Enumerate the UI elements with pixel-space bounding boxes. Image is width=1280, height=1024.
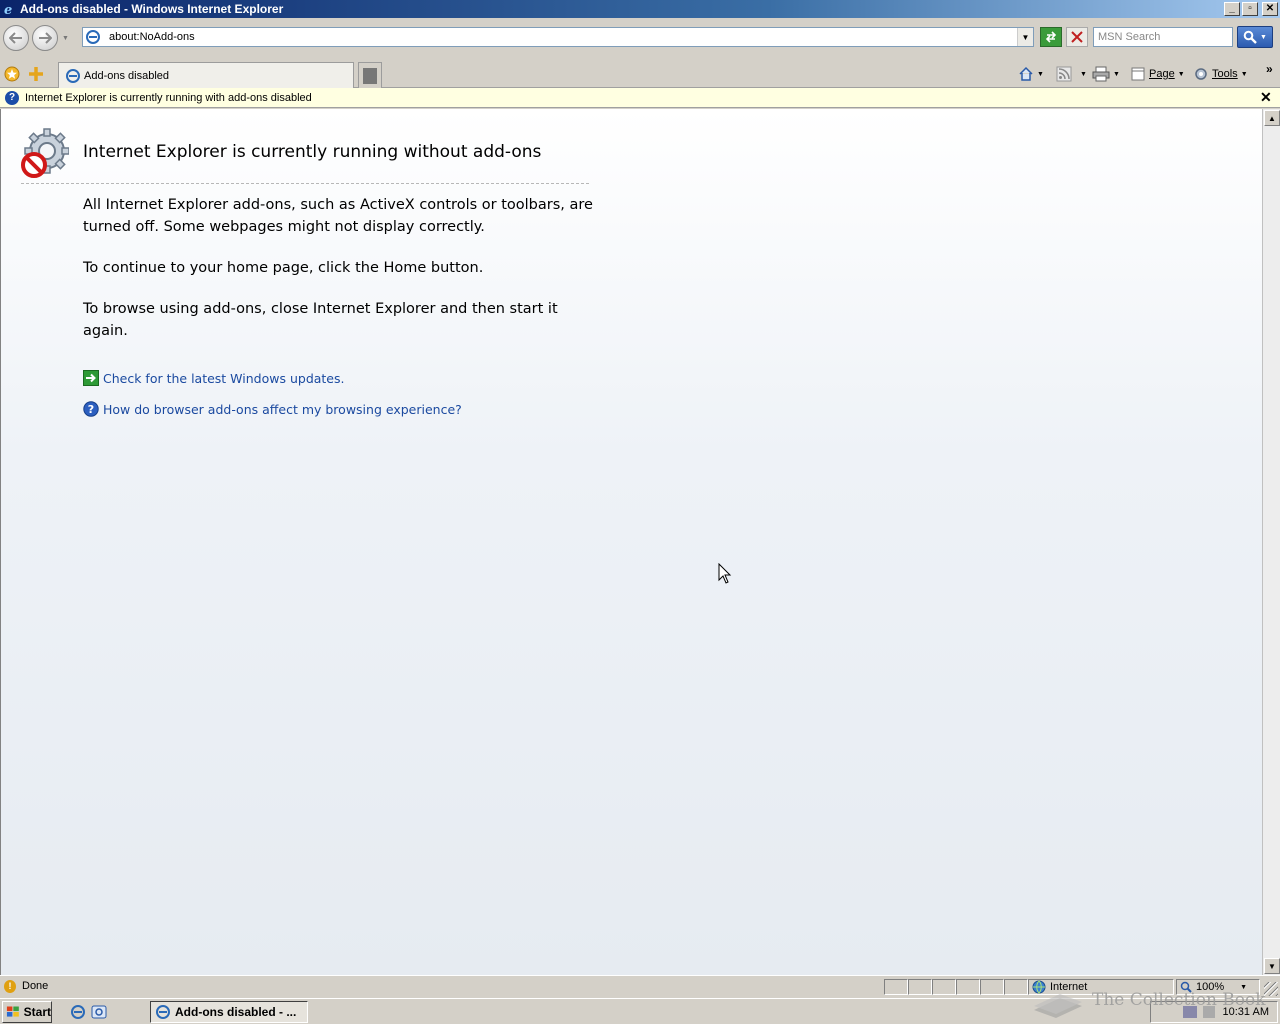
add-favorites-button[interactable] <box>27 65 45 83</box>
tab-bar: Add-ons disabled ▼ ▼ ▼ Page ▼ Tools ▼ » <box>0 58 1280 88</box>
scroll-down-button[interactable]: ▼ <box>1264 958 1280 974</box>
windows-update-link-label[interactable]: Check for the latest Windows updates. <box>103 371 345 386</box>
status-text: Done <box>22 980 49 992</box>
quicklaunch-show-desktop-icon[interactable] <box>91 1004 107 1020</box>
svg-text:?: ? <box>88 403 94 416</box>
maximize-button[interactable]: ▫ <box>1242 2 1258 16</box>
ie-page-icon <box>85 29 101 45</box>
refresh-icon <box>1045 31 1057 43</box>
watermark: The Collection Book <box>1030 980 1280 1020</box>
chevron-down-icon: ▼ <box>1177 70 1185 78</box>
status-segment <box>980 979 1004 995</box>
scroll-up-button[interactable]: ▲ <box>1264 110 1280 126</box>
addons-disabled-gear-icon <box>21 127 70 179</box>
chevron-down-icon: ▼ <box>1021 32 1030 42</box>
watermark-text: The Collection Book <box>1092 990 1266 1010</box>
stop-x-icon <box>1071 31 1083 43</box>
svg-text:e: e <box>4 3 12 16</box>
addons-help-link-label[interactable]: How do browser add-ons affect my browsin… <box>103 402 462 417</box>
forward-arrow-icon <box>39 32 52 44</box>
mouse-cursor-icon <box>718 563 732 584</box>
print-button[interactable]: ▼ <box>1092 65 1120 83</box>
ie-page-icon <box>156 1005 170 1019</box>
page-menu-button[interactable]: Page ▼ <box>1130 65 1185 83</box>
help-icon: ? <box>83 401 99 417</box>
status-segment <box>956 979 980 995</box>
page-icon <box>1131 67 1145 81</box>
address-dropdown[interactable]: ▼ <box>1017 28 1033 46</box>
command-bar-overflow-button[interactable]: » <box>1266 60 1273 78</box>
search-input[interactable]: MSN Search <box>1093 27 1233 47</box>
tools-menu-label: Tools <box>1212 68 1238 80</box>
favorites-center-button[interactable] <box>3 65 21 83</box>
add-favorite-plus-icon <box>29 67 43 81</box>
gear-icon <box>1195 68 1207 80</box>
addons-help-link[interactable]: ? How do browser add-ons affect my brows… <box>83 401 462 417</box>
info-question-icon: ? <box>5 90 19 105</box>
refresh-button[interactable] <box>1040 27 1062 47</box>
taskbar-item-ie[interactable]: Add-ons disabled - ... <box>150 1001 308 1023</box>
status-segment <box>908 979 932 995</box>
favorites-star-icon <box>4 66 20 82</box>
chevron-down-icon: ▼ <box>1240 70 1248 78</box>
paragraph-home-button: To continue to your home page, click the… <box>83 260 484 276</box>
windows-update-link[interactable]: Check for the latest Windows updates. <box>83 370 345 386</box>
start-label: Start <box>23 1005 51 1019</box>
information-bar[interactable]: ? Internet Explorer is currently running… <box>0 88 1280 108</box>
rss-feed-icon <box>1056 66 1072 82</box>
close-infobar-button[interactable]: ✕ <box>1260 89 1276 106</box>
feeds-button[interactable]: ▼ <box>1056 65 1087 83</box>
ie-page-icon <box>65 68 81 84</box>
paragraph-restart: To browse using add-ons, close Internet … <box>83 301 558 339</box>
search-options-chevron-icon: ▼ <box>1260 33 1267 41</box>
heading-divider <box>21 183 589 184</box>
page-content: Internet Explorer is currently running w… <box>0 109 1262 975</box>
status-segment <box>932 979 956 995</box>
address-bar[interactable]: about:NoAdd-ons ▼ <box>82 27 1034 47</box>
page-menu-label: Page <box>1149 68 1175 80</box>
ie-logo-icon: e <box>3 2 17 16</box>
windows-flag-icon <box>6 1006 19 1017</box>
new-tab-icon <box>363 67 377 84</box>
stop-button[interactable] <box>1066 27 1088 47</box>
navigation-bar: ▼ about:NoAdd-ons ▼ MSN Search ▼ <box>0 18 1280 58</box>
green-arrow-icon <box>83 370 99 386</box>
window-title: Add-ons disabled - Windows Internet Expl… <box>20 2 284 16</box>
start-button[interactable]: Start <box>2 1001 52 1023</box>
vertical-scrollbar[interactable]: ▲ ▼ <box>1262 109 1280 975</box>
chevron-down-icon: ▼ <box>1113 70 1120 78</box>
address-input[interactable]: about:NoAdd-ons <box>105 31 1017 43</box>
information-bar-text: Internet Explorer is currently running w… <box>25 91 312 104</box>
recent-pages-dropdown[interactable]: ▼ <box>62 35 69 42</box>
quicklaunch-ie-icon[interactable] <box>70 1004 86 1020</box>
minimize-button[interactable]: _ <box>1224 2 1240 16</box>
printer-icon <box>1092 66 1110 82</box>
search-button[interactable]: ▼ <box>1237 26 1273 48</box>
taskbar-item-label: Add-ons disabled - ... <box>175 1005 297 1019</box>
page-heading: Internet Explorer is currently running w… <box>83 142 542 162</box>
chevron-down-icon: ▼ <box>1037 70 1044 78</box>
new-tab-button[interactable] <box>358 62 382 88</box>
title-bar: e Add-ons disabled - Windows Internet Ex… <box>0 0 1280 18</box>
book-logo-icon <box>1034 994 1082 1018</box>
home-button[interactable]: ▼ <box>1018 65 1044 83</box>
close-window-button[interactable]: ✕ <box>1262 2 1278 16</box>
tab-add-ons-disabled[interactable]: Add-ons disabled <box>58 62 354 88</box>
arrow-up-icon: ▲ <box>1268 113 1276 123</box>
status-segment <box>1004 979 1028 995</box>
tools-menu-button[interactable]: Tools ▼ <box>1193 65 1248 83</box>
ie-window: e Add-ons disabled - Windows Internet Ex… <box>0 0 1280 1000</box>
status-warning-icon: ! <box>4 980 16 993</box>
status-segment <box>884 979 908 995</box>
back-arrow-icon <box>9 32 22 44</box>
search-icon <box>1243 30 1257 44</box>
forward-button[interactable] <box>32 25 58 51</box>
home-icon <box>1019 66 1033 81</box>
back-button[interactable] <box>3 25 29 51</box>
paragraph-addons-off: All Internet Explorer add-ons, such as A… <box>83 197 593 235</box>
tab-label: Add-ons disabled <box>84 69 170 82</box>
chevron-down-icon: ▼ <box>1080 70 1087 78</box>
arrow-down-icon: ▼ <box>1268 961 1276 971</box>
